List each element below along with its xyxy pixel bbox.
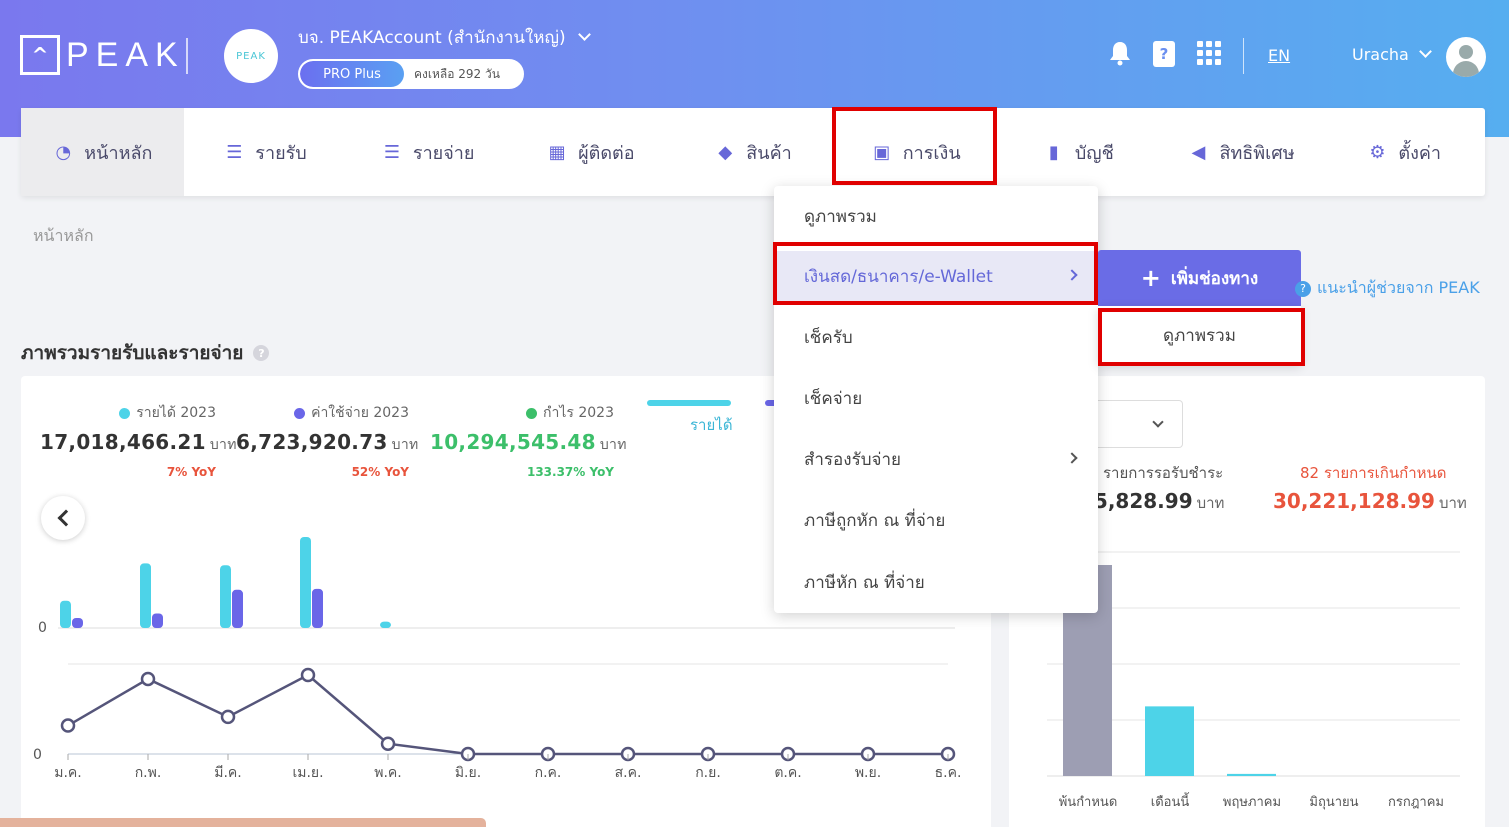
x-tick-label: พฤษภาคม — [1223, 795, 1281, 810]
overdue-value: 30,221,128.99 บาท — [1273, 489, 1467, 513]
x-tick-label: ม.ค. — [54, 765, 82, 781]
nav-settings[interactable]: ⚙ ตั้งค่า — [1322, 108, 1485, 196]
menu-item-petty-cash[interactable]: สำรองรับจ่าย — [774, 434, 1098, 484]
line-y-tick: 0 — [33, 747, 42, 763]
pending-label: รายการรอรับชำระ — [1103, 464, 1224, 482]
add-channel-button[interactable]: + เพิ่มช่องทาง — [1098, 250, 1301, 306]
language-switch[interactable]: EN — [1268, 46, 1290, 65]
help-book-icon[interactable]: ? — [1153, 41, 1175, 67]
profit-line — [67, 673, 948, 756]
receivable-bar — [1227, 773, 1276, 776]
chevron-down-icon — [1152, 416, 1164, 428]
user-menu[interactable]: Uracha — [1352, 45, 1432, 64]
menu-item-withholding-tax-paid[interactable]: ภาษีหัก ณ ที่จ่าย — [774, 557, 1098, 607]
income-bar — [380, 621, 391, 628]
submenu-overview[interactable]: ดูภาพรวม — [1098, 306, 1301, 364]
x-tick-label: มิ.ย. — [455, 765, 481, 781]
x-tick-label: ก.ย. — [695, 765, 721, 781]
chevron-right-icon — [1066, 269, 1078, 281]
chevron-right-icon — [1066, 452, 1078, 464]
profit-point — [300, 667, 316, 683]
x-tick-label: เม.ย. — [292, 765, 323, 781]
header-divider — [1243, 38, 1244, 74]
x-tick-label: ส.ค. — [615, 765, 642, 781]
megaphone-icon: ◀ — [1191, 141, 1206, 163]
finance-dropdown: ดูภาพรวม เงินสด/ธนาคาร/e-Wallet เช็ครับ … — [774, 186, 1098, 613]
x-tick-label: พ.ย. — [855, 765, 881, 781]
menu-item-cash-bank-ewallet[interactable]: เงินสด/ธนาคาร/e-Wallet — [774, 251, 1098, 301]
bar-y-tick: 0 — [38, 620, 47, 636]
peak-helper-link[interactable]: ? แนะนำผู้ช่วยจาก PEAK — [1295, 276, 1480, 301]
account-book-icon: ▮ — [1048, 141, 1059, 163]
profit-point — [380, 736, 396, 751]
menu-item-cheque-paid[interactable]: เช็คจ่าย — [774, 373, 1098, 423]
income-bar — [220, 565, 231, 628]
x-tick-label: ก.ค. — [535, 765, 562, 781]
x-tick-label: ต.ค. — [774, 765, 801, 781]
menu-item-overview[interactable]: ดูภาพรวม — [774, 191, 1098, 241]
expense-bar — [152, 613, 163, 628]
x-tick-label: ธ.ค. — [935, 765, 962, 781]
user-name: Uracha — [1352, 45, 1409, 64]
user-avatar[interactable] — [1446, 37, 1486, 77]
receivable-bar — [1145, 706, 1194, 776]
bell-icon[interactable] — [1108, 40, 1132, 66]
expense-bar — [232, 589, 243, 628]
chevron-down-icon — [1418, 45, 1432, 58]
x-tick-label: มิถุนายน — [1309, 795, 1358, 810]
gear-icon: ⚙ — [1369, 141, 1386, 163]
help-circle-icon: ? — [1295, 280, 1311, 297]
pending-value: 45,828.99 บาท — [1080, 489, 1225, 513]
period-select[interactable] — [1098, 400, 1183, 448]
menu-item-withholding-tax-received[interactable]: ภาษีถูกหัก ณ ที่จ่าย — [774, 495, 1098, 545]
profit-point — [220, 709, 236, 725]
apps-grid-icon[interactable] — [1197, 41, 1221, 65]
nav-accounting[interactable]: ▮ บัญชี — [997, 108, 1160, 196]
nav-privileges[interactable]: ◀ สิทธิพิเศษ — [1160, 108, 1323, 196]
overdue-label[interactable]: 82 รายการเกินกำหนด — [1300, 461, 1447, 485]
menu-item-cheque-received[interactable]: เช็ครับ — [774, 312, 1098, 362]
income-bar — [60, 600, 71, 628]
x-tick-label: พ.ค. — [374, 765, 402, 781]
x-tick-label: เดือนนี้ — [1151, 792, 1190, 810]
x-tick-label: พ้นกำหนด — [1059, 795, 1118, 810]
x-tick-label: มี.ค. — [214, 765, 242, 781]
profit-point — [60, 718, 76, 733]
income-bar — [140, 563, 151, 628]
income-bar — [300, 537, 311, 628]
x-tick-label: กรกฎาคม — [1388, 795, 1444, 810]
x-tick-label: ก.พ. — [135, 765, 162, 781]
expense-bar — [312, 588, 323, 628]
profit-point — [140, 671, 156, 687]
expense-bar — [72, 617, 83, 628]
plus-icon: + — [1140, 264, 1161, 292]
bottom-strip — [0, 818, 486, 827]
